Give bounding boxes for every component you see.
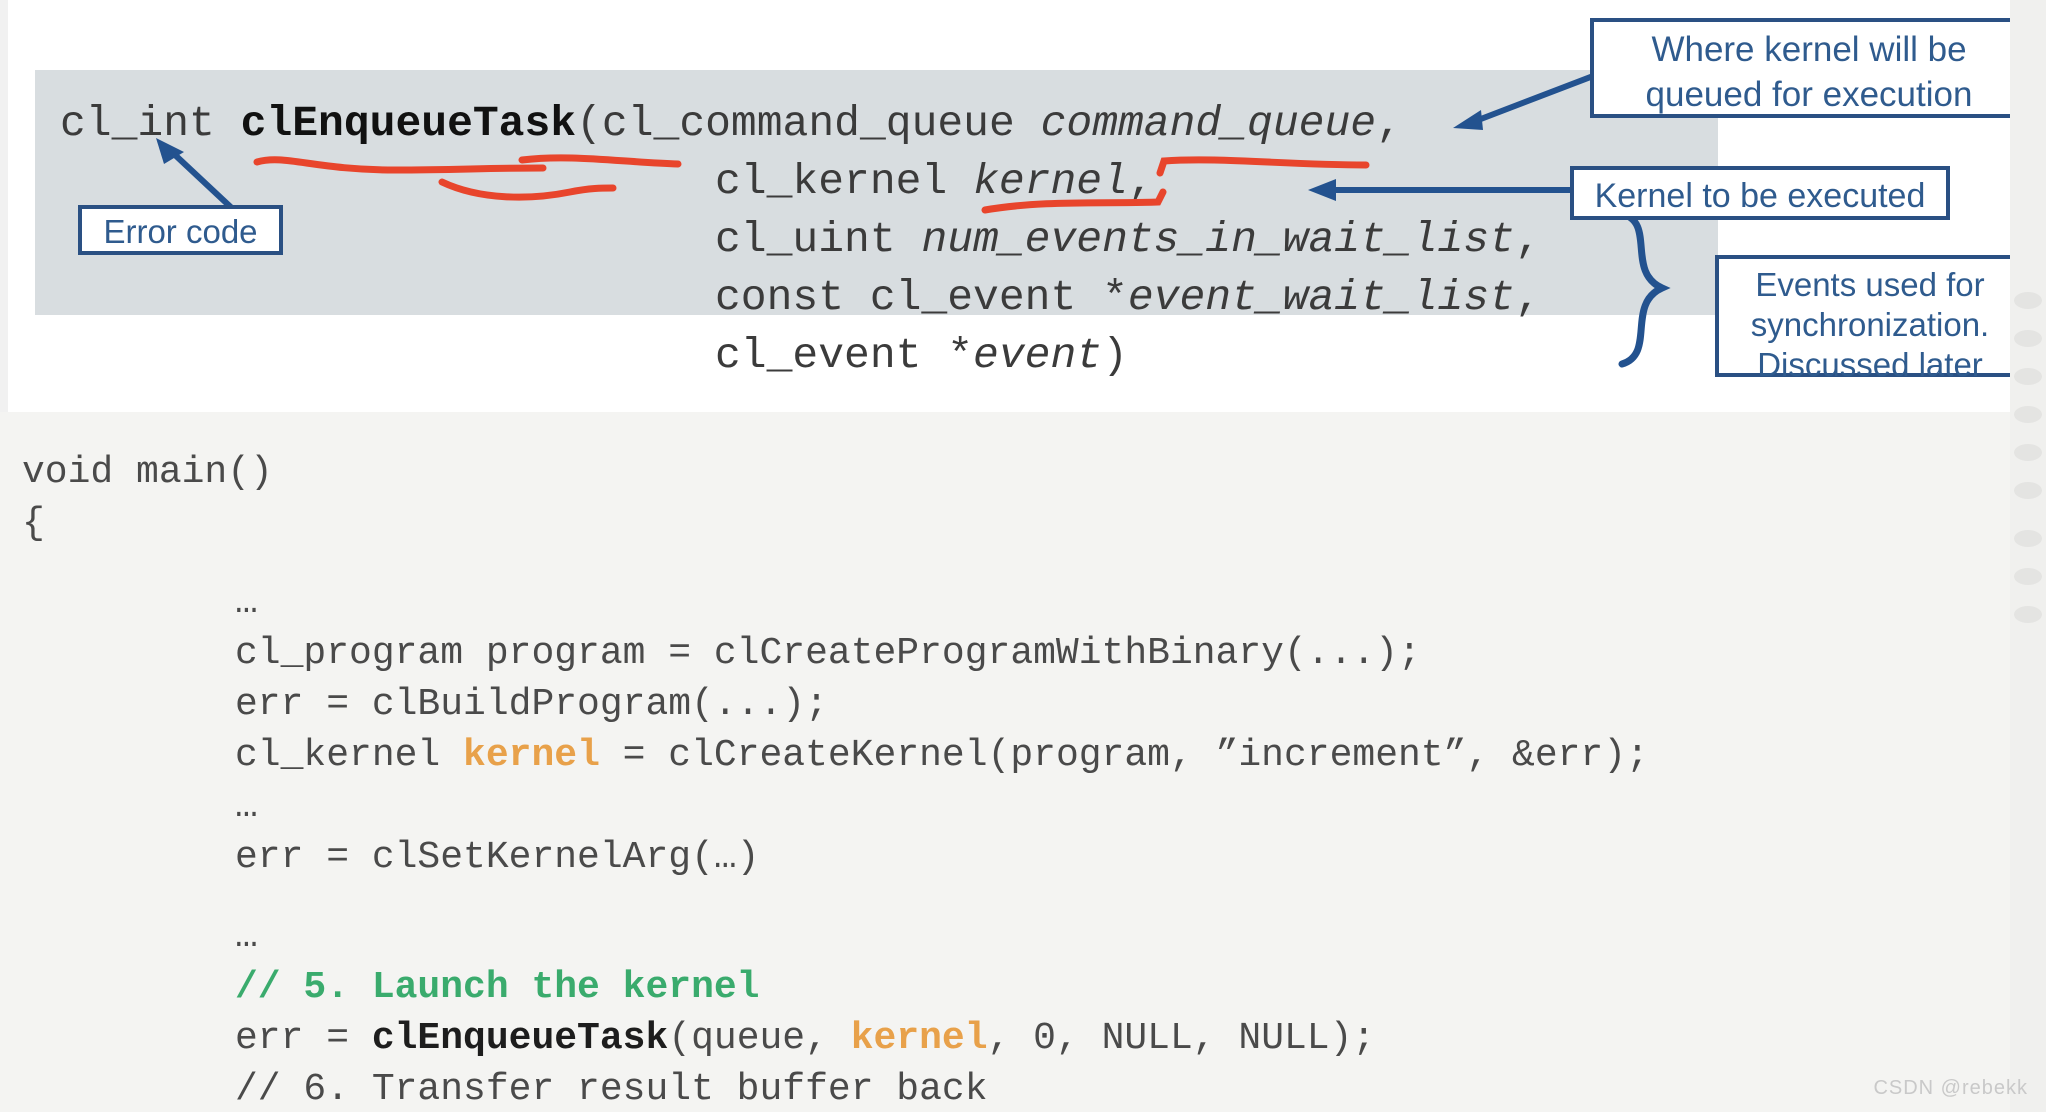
- code-token: void main(): [22, 451, 273, 494]
- signature-token: cl_event *: [715, 331, 974, 380]
- code-line: // 6. Transfer result buffer back: [22, 1064, 1649, 1112]
- code-line: …: [22, 911, 1649, 962]
- red-underline-task-upper: [518, 152, 682, 178]
- red-underline-kernel-param: [981, 188, 1203, 218]
- strip-bead: [2014, 330, 2042, 347]
- signature-line: cl_event *event): [60, 327, 1541, 385]
- code-line: err = clSetKernelArg(…): [22, 832, 1649, 883]
- signature-token: ,: [1514, 273, 1541, 322]
- signature-indent: [60, 269, 715, 327]
- signature-token: (cl_command_queue: [576, 99, 1041, 148]
- code-line: cl_kernel kernel = clCreateKernel(progra…: [22, 730, 1649, 781]
- events-curly-brace: [1610, 210, 1700, 370]
- code-token: , 0, NULL, NULL);: [987, 1017, 1376, 1060]
- red-underline-task-lower: [438, 178, 617, 204]
- page-left-edge: [0, 0, 8, 412]
- code-line: err = clEnqueueTask(queue, kernel, 0, NU…: [22, 1013, 1649, 1064]
- code-token: // 6. Transfer result buffer back: [235, 1068, 988, 1111]
- code-line: cl_program program = clCreateProgramWith…: [22, 628, 1649, 679]
- leader-arrow-kernel: [1300, 172, 1580, 212]
- signature-indent: [60, 327, 715, 385]
- signature-token: num_events_in_wait_list: [921, 215, 1515, 264]
- signature-slide-region: cl_int clEnqueueTask(cl_command_queue co…: [0, 0, 2046, 412]
- code-token: (queue,: [668, 1017, 851, 1060]
- leader-arrow-queue: [1443, 50, 1613, 140]
- strip-bead: [2014, 530, 2042, 547]
- right-decorative-strip: [2010, 0, 2046, 1112]
- code-token: kernel: [463, 734, 600, 777]
- signature-token: cl_kernel: [715, 157, 974, 206]
- signature-token: clEnqueueTask: [240, 99, 577, 148]
- signature-token: const cl_event *: [715, 273, 1128, 322]
- strip-bead: [2014, 368, 2042, 385]
- code-line: {: [22, 498, 1649, 549]
- signature-line: const cl_event *event_wait_list,: [60, 269, 1541, 327]
- callout-error-code: Error code: [78, 205, 283, 255]
- code-token: // 5. Launch the kernel: [235, 966, 760, 1009]
- strip-bead: [2014, 292, 2042, 309]
- code-token: …: [235, 785, 258, 828]
- host-code-listing: void main() { … cl_program program = clCr…: [22, 447, 1649, 1112]
- code-token: cl_kernel: [235, 734, 464, 777]
- strip-bead: [2014, 482, 2042, 499]
- strip-bead: [2014, 568, 2042, 585]
- code-token: {: [22, 502, 45, 545]
- strip-bead: [2014, 406, 2042, 423]
- code-token: …: [235, 581, 258, 624]
- signature-token: event: [973, 331, 1103, 380]
- signature-token: command_queue: [1040, 99, 1377, 148]
- csdn-watermark: CSDN @rebekk: [1873, 1077, 2028, 1099]
- host-code-region: void main() { … cl_program program = clCr…: [0, 412, 2046, 1112]
- signature-token: ): [1102, 331, 1128, 380]
- code-line: err = clBuildProgram(...);: [22, 679, 1649, 730]
- signature-token: event_wait_list: [1127, 273, 1515, 322]
- code-line: void main(): [22, 447, 1649, 498]
- strip-bead: [2014, 444, 2042, 461]
- code-token: cl_program program = clCreateProgramWith…: [235, 632, 1421, 675]
- callout-kernel-to-be-executed: Kernel to be executed: [1570, 166, 1950, 220]
- signature-line: cl_int clEnqueueTask(cl_command_queue co…: [60, 95, 1541, 153]
- code-token: err = clSetKernelArg(…): [235, 836, 760, 879]
- signature-token: ,: [1514, 215, 1541, 264]
- callout-where-kernel-queued: Where kernel will be queued for executio…: [1590, 18, 2028, 118]
- code-token: err =: [235, 1017, 372, 1060]
- slide-screenshot: cl_int clEnqueueTask(cl_command_queue co…: [0, 0, 2046, 1112]
- code-token: kernel: [850, 1017, 988, 1060]
- code-line: // 5. Launch the kernel: [22, 962, 1649, 1013]
- code-line: …: [22, 781, 1649, 832]
- code-token: …: [235, 915, 258, 958]
- signature-token: cl_uint: [715, 215, 922, 264]
- code-token: clEnqueueTask: [371, 1017, 669, 1060]
- code-token: = clCreateKernel(program, ”increment”, &…: [599, 734, 1649, 777]
- callout-events-synchronization: Events used for synchronization. Discuss…: [1715, 255, 2025, 383]
- code-line: …: [22, 577, 1649, 628]
- signature-token: ,: [1376, 99, 1402, 148]
- code-token: err = clBuildProgram(...);: [235, 683, 828, 726]
- strip-bead: [2014, 606, 2042, 623]
